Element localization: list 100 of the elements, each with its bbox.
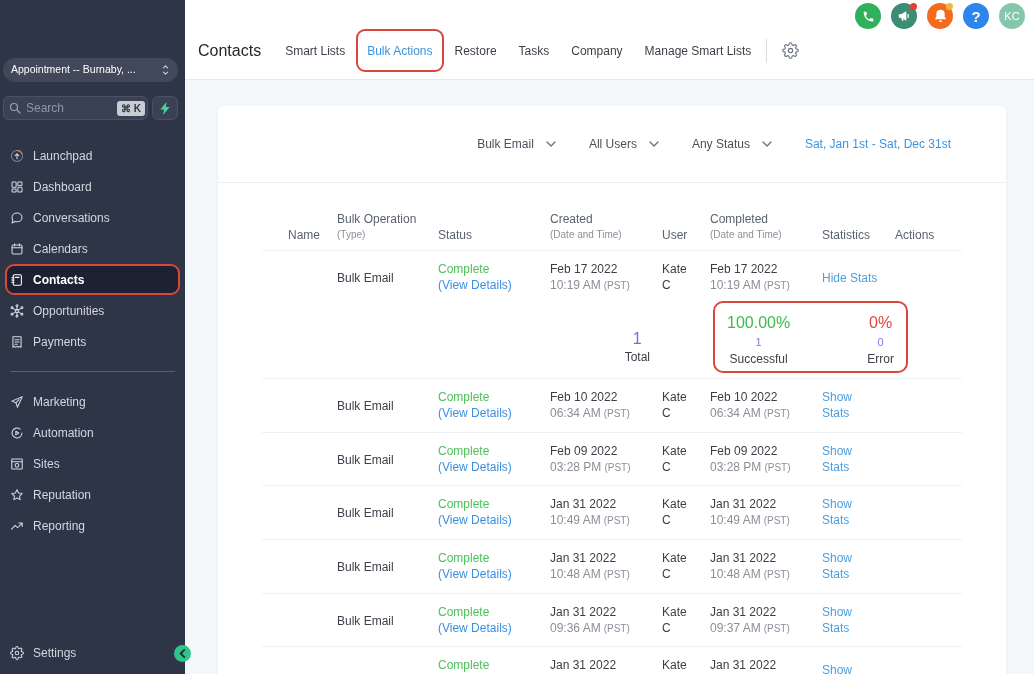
status-text: Complete <box>438 603 490 620</box>
arrow-circle-icon <box>10 148 24 163</box>
collapse-button[interactable] <box>174 645 191 662</box>
error-count: 0 <box>877 335 884 350</box>
status-text: Complete <box>438 389 490 405</box>
completed-date: Jan 31 2022 <box>710 550 777 567</box>
created-time: 06:34 AM (PST) <box>550 405 630 422</box>
user-name: Kate C <box>662 550 687 583</box>
paper-plane-icon <box>10 394 24 409</box>
created-time: 10:49 AM (PST) <box>550 512 630 530</box>
completed-time: 10:19 AM (PST) <box>710 277 790 294</box>
status-text: Complete <box>438 657 490 674</box>
chevron-left-icon <box>179 649 186 658</box>
operation-text: Bulk Email <box>337 452 394 467</box>
total-count: 1 <box>632 329 642 349</box>
column-header: Name <box>288 227 320 243</box>
created-date: Jan 31 2022 <box>550 496 617 513</box>
filter-dropdown[interactable]: All Users <box>588 135 659 153</box>
created-date: Feb 09 2022 <box>550 442 618 459</box>
nav-tab[interactable]: Restore <box>443 29 508 72</box>
completed-date: Feb 10 2022 <box>710 389 778 405</box>
error-percent: 0% <box>869 313 893 333</box>
completed-time: 06:34 AM (PST) <box>710 405 790 422</box>
error-label: Error <box>867 351 894 367</box>
nav-item[interactable]: Conversations <box>5 202 180 233</box>
chevron-down-icon <box>545 141 556 147</box>
user-name: Kate C <box>662 496 687 529</box>
nav-item[interactable]: Automation <box>5 417 180 448</box>
nav-item[interactable]: Sites <box>5 448 180 479</box>
user-name: Kate C <box>662 603 687 636</box>
receipt-icon <box>10 334 24 349</box>
search-input[interactable]: Search <box>26 99 112 117</box>
nav-item[interactable]: Settings <box>5 637 83 668</box>
nav-item[interactable]: Reputation <box>5 479 180 510</box>
view-details-link[interactable]: (View Details) <box>438 512 512 529</box>
play-circle-icon <box>10 425 24 440</box>
nav-tab[interactable]: Manage Smart Lists <box>633 29 763 72</box>
created-time: 03:28 PM (PST) <box>550 458 631 476</box>
nav-item[interactable]: Opportunities <box>5 295 180 326</box>
notifications-button[interactable] <box>927 3 953 29</box>
browser-window-icon <box>10 456 24 471</box>
megaphone-icon <box>897 9 911 23</box>
chevron-down-icon <box>761 141 772 147</box>
completed-date: Feb 09 2022 <box>710 442 778 459</box>
location-switcher[interactable]: Appointment -- Burnaby, ... <box>3 58 178 82</box>
success-percent: 100.00% <box>727 313 791 333</box>
column-header: Actions <box>895 227 935 243</box>
view-details-link[interactable]: (View Details) <box>438 458 512 475</box>
settings-icon <box>10 645 24 660</box>
nav-item[interactable]: Reporting <box>5 510 180 541</box>
filter-dropdown[interactable]: Any Status <box>691 135 772 153</box>
nav-item[interactable]: Contacts <box>5 264 180 295</box>
column-header: Bulk Operation (Type) <box>337 211 417 242</box>
column-header: Status <box>438 227 473 243</box>
completed-date: Jan 31 2022 <box>710 496 777 513</box>
status-text: Complete <box>438 442 490 459</box>
completed-time: 10:48 AM (PST) <box>710 566 790 584</box>
nav-tab[interactable]: Company <box>560 29 634 72</box>
star-icon <box>10 487 24 502</box>
grid-icon <box>10 179 24 194</box>
help-button[interactable]: ? <box>963 3 989 29</box>
calendar-icon <box>10 241 24 256</box>
status-text: Complete <box>438 496 490 513</box>
user-name: Kate <box>662 657 687 674</box>
created-date: Jan 31 2022 <box>550 603 617 620</box>
completed-date: Jan 31 2022 <box>710 657 777 674</box>
view-details-link[interactable]: (View Details) <box>438 277 512 293</box>
completed-date: Feb 17 2022 <box>710 261 778 277</box>
nav-item[interactable]: Payments <box>5 326 180 357</box>
nav-item[interactable]: Calendars <box>5 233 180 264</box>
created-date: Jan 31 2022 <box>550 550 617 567</box>
up-down-chevron-icon <box>162 64 169 76</box>
operation-text: Bulk Email <box>337 271 394 285</box>
completed-date: Jan 31 2022 <box>710 603 777 620</box>
column-header: Statistics <box>822 227 870 243</box>
view-details-link[interactable]: (View Details) <box>438 405 512 421</box>
operation-text: Bulk Email <box>337 613 394 628</box>
filter-dropdown[interactable]: Bulk Email <box>477 135 556 153</box>
announcements-button[interactable] <box>891 3 917 29</box>
view-details-link[interactable]: (View Details) <box>438 619 512 636</box>
nav-item[interactable]: Launchpad <box>5 140 180 171</box>
nav-item[interactable]: Dashboard <box>5 171 180 202</box>
nav-tab[interactable]: Smart Lists <box>274 29 357 72</box>
completed-time: 10:49 AM (PST) <box>710 512 790 530</box>
phone-button[interactable] <box>855 3 881 29</box>
lightning-icon <box>160 101 170 115</box>
column-header: Completed (Date and Time) <box>710 211 782 242</box>
search-field[interactable]: Search ⌘ K <box>3 96 148 120</box>
view-details-link[interactable]: (View Details) <box>438 566 512 583</box>
success-label: Successful <box>729 351 788 367</box>
nav-item[interactable]: Marketing <box>5 386 180 417</box>
operation-text: Bulk Email <box>337 560 394 575</box>
settings-icon[interactable] <box>782 42 800 59</box>
user-name: Kate C <box>662 389 687 421</box>
total-label: Total <box>624 349 650 365</box>
nav-tab[interactable]: Tasks <box>507 29 561 72</box>
quick-action-button[interactable] <box>152 96 178 120</box>
page-title: Contacts <box>198 40 262 61</box>
success-count: 1 <box>755 335 762 350</box>
created-time: 10:48 AM (PST) <box>550 566 630 584</box>
